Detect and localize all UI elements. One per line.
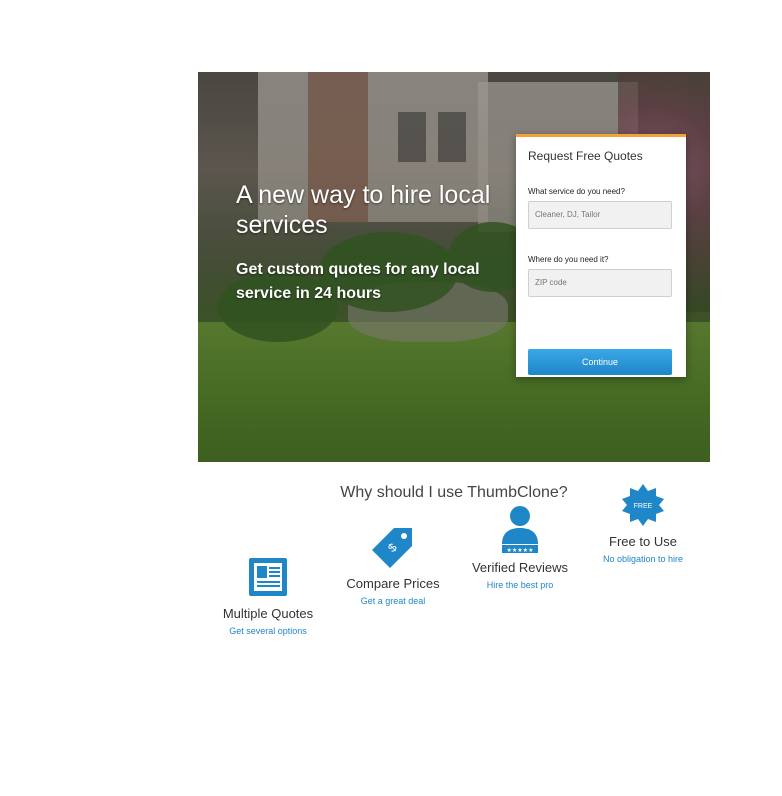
feature-link[interactable]: Get a great deal — [333, 596, 453, 606]
price-tag-icon: $ — [372, 528, 412, 568]
feature-free-to-use: FREE Free to Use No obligation to hire — [583, 482, 703, 564]
feature-multiple-quotes: Multiple Quotes Get several options — [208, 554, 328, 636]
hero-title: A new way to hire local services — [236, 181, 491, 239]
hero-subtitle: Get custom quotes for any local service … — [236, 261, 480, 302]
svg-text:FREE: FREE — [634, 503, 653, 510]
verified-user-icon: ★★★★★ — [502, 506, 538, 554]
feature-compare-prices: $ Compare Prices Get a great deal — [333, 524, 453, 606]
hero-section: A new way to hire local services Get cus… — [198, 72, 710, 462]
feature-title: Compare Prices — [346, 576, 440, 591]
svg-text:★★★★★: ★★★★★ — [507, 547, 534, 554]
request-quotes-form: Request Free Quotes What service do you … — [516, 134, 686, 377]
service-input[interactable] — [528, 201, 672, 229]
location-label: Where do you need it? — [528, 255, 609, 264]
free-badge-icon: FREE — [622, 484, 664, 526]
service-label: What service do you need? — [528, 187, 625, 196]
feature-title: Multiple Quotes — [222, 606, 314, 621]
feature-title: Free to Use — [609, 534, 677, 549]
features-section: Why should I use ThumbClone? Multiple Qu… — [198, 462, 710, 792]
feature-link[interactable]: Hire the best pro — [460, 580, 580, 590]
feature-link[interactable]: No obligation to hire — [583, 554, 703, 564]
form-title: Request Free Quotes — [528, 149, 643, 163]
zip-code-input[interactable] — [528, 269, 672, 297]
feature-link[interactable]: Get several options — [208, 626, 328, 636]
quotes-document-icon — [249, 558, 287, 596]
continue-button[interactable]: Continue — [528, 349, 672, 375]
feature-verified-reviews: ★★★★★ Verified Reviews Hire the best pro — [460, 502, 580, 590]
landing-page: A new way to hire local services Get cus… — [198, 72, 710, 792]
feature-title: Verified Reviews — [471, 560, 569, 575]
mockup-stage: A new way to hire local services Get cus… — [0, 0, 782, 796]
